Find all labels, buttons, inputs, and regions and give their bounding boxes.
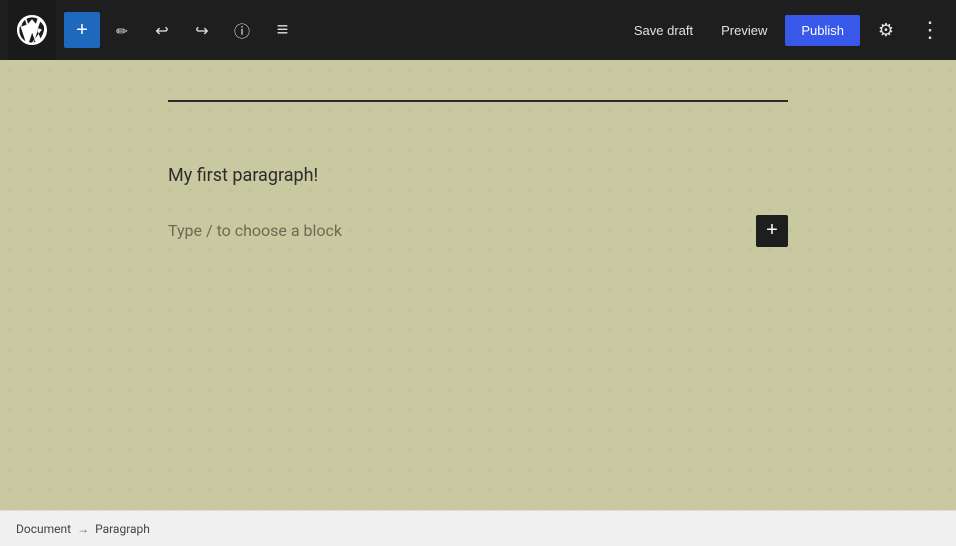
document-breadcrumb[interactable]: Document [16,522,71,536]
info-icon [234,18,250,42]
list-view-button[interactable] [264,12,300,48]
redo-icon [195,20,208,41]
publish-button[interactable]: Publish [785,15,860,46]
settings-button[interactable] [868,12,904,48]
preview-button[interactable]: Preview [711,17,777,44]
more-options-button[interactable] [912,12,948,48]
add-block-button[interactable]: + [756,215,788,247]
editor-content: My first paragraph! Type / to choose a b… [168,100,788,470]
title-separator [168,100,788,102]
more-options-icon [919,17,941,43]
edit-mode-button[interactable] [104,12,140,48]
breadcrumb-arrow: → [77,522,89,536]
status-bar: Document → Paragraph [0,510,956,546]
paragraph-breadcrumb[interactable]: Paragraph [95,522,150,536]
paragraph-block[interactable]: My first paragraph! [168,162,788,191]
pencil-icon [116,20,128,41]
editor-toolbar: + Save draft Preview Publish [0,0,956,60]
list-view-icon [277,19,288,42]
settings-icon [878,20,894,41]
wordpress-logo[interactable] [8,0,56,60]
save-draft-button[interactable]: Save draft [624,17,703,44]
undo-icon [155,20,168,41]
redo-button[interactable] [184,12,220,48]
toolbar-right-section: Save draft Preview Publish [624,12,948,48]
editor-area[interactable]: My first paragraph! Type / to choose a b… [0,60,956,510]
undo-button[interactable] [144,12,180,48]
new-block-row: Type / to choose a block + [168,215,788,247]
details-button[interactable] [224,12,260,48]
block-placeholder[interactable]: Type / to choose a block [168,221,744,240]
add-block-toolbar-button[interactable]: + [64,12,100,48]
